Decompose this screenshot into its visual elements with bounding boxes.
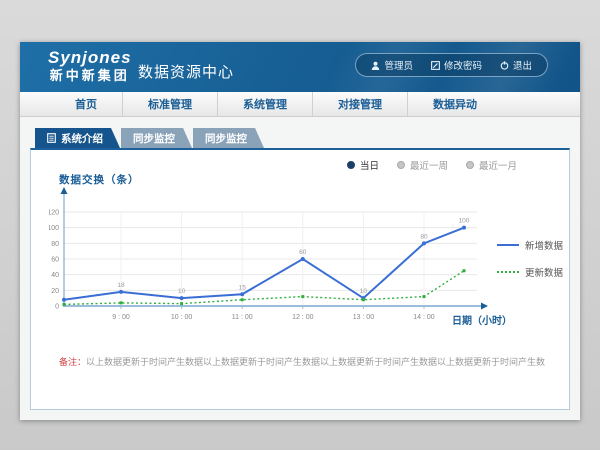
svg-text:120: 120 bbox=[49, 210, 59, 217]
tab-bar: 系统介绍 同步监控 同步监控 bbox=[35, 128, 265, 148]
svg-text:20: 20 bbox=[51, 288, 59, 295]
logo-brand-text: Synjones bbox=[48, 48, 132, 68]
time-range-radios: 当日 最近一周 最近一月 bbox=[347, 158, 517, 172]
chart-legend: 新增数据 更新数据 bbox=[497, 238, 563, 279]
change-password-label: 修改密码 bbox=[444, 58, 482, 72]
x-axis-title: 日期（小时） bbox=[452, 312, 512, 327]
footnote-prefix: 备注： bbox=[59, 357, 86, 367]
legend-label-new-data: 新增数据 bbox=[525, 238, 563, 252]
tab-system-intro[interactable]: 系统介绍 bbox=[35, 128, 120, 148]
svg-text:18: 18 bbox=[117, 282, 125, 289]
legend-swatch-new-data bbox=[497, 244, 519, 246]
svg-text:11 : 00: 11 : 00 bbox=[232, 314, 253, 321]
user-menu-admin[interactable]: 管理员 bbox=[362, 58, 422, 72]
line-chart: 0 20 40 60 80 100 120 9 : 00 10 : 00 11 : 00 12 : … bbox=[49, 184, 499, 334]
svg-text:9 : 00: 9 : 00 bbox=[112, 314, 130, 321]
user-menu: 管理员 修改密码 退出 bbox=[355, 53, 548, 77]
power-icon bbox=[500, 61, 509, 70]
tab-sync-monitor-2-label: 同步监控 bbox=[205, 131, 247, 146]
chart-panel: 当日 最近一周 最近一月 数据交换（条） 0204060801001209 : … bbox=[30, 148, 570, 410]
radio-today-dot bbox=[347, 161, 355, 169]
logo-company-name: 新中新集团 bbox=[48, 68, 132, 84]
document-icon bbox=[47, 133, 56, 143]
nav-item-data-change[interactable]: 数据异动 bbox=[408, 92, 502, 116]
nav-item-standard-mgmt[interactable]: 标准管理 bbox=[123, 92, 218, 116]
logout-label: 退出 bbox=[513, 58, 532, 72]
legend-swatch-updated-data bbox=[497, 271, 519, 273]
legend-item-new-data: 新增数据 bbox=[497, 238, 563, 252]
svg-text:10: 10 bbox=[360, 288, 368, 295]
app-header: Synjones 新中新集团 数据资源中心 管理员 修改密码 退出 bbox=[20, 42, 580, 92]
radio-today-label: 当日 bbox=[360, 158, 379, 172]
svg-text:10: 10 bbox=[178, 288, 186, 295]
footnote-text: 以上数据更新于时间产生数据以上数据更新于时间产生数据以上数据更新于时间产生数据以… bbox=[86, 357, 545, 367]
page-title: 数据资源中心 bbox=[138, 61, 234, 82]
svg-text:12 : 00: 12 : 00 bbox=[292, 314, 314, 321]
nav-item-interface-mgmt[interactable]: 对接管理 bbox=[313, 92, 408, 116]
radio-last-week[interactable]: 最近一周 bbox=[397, 158, 448, 172]
svg-text:15: 15 bbox=[239, 284, 247, 291]
nav-item-home[interactable]: 首页 bbox=[50, 92, 123, 116]
tab-sync-monitor-2[interactable]: 同步监控 bbox=[193, 128, 264, 148]
legend-label-updated-data: 更新数据 bbox=[525, 265, 563, 279]
footnote: 备注：以上数据更新于时间产生数据以上数据更新于时间产生数据以上数据更新于时间产生… bbox=[59, 355, 545, 368]
svg-text:10 : 00: 10 : 00 bbox=[171, 314, 193, 321]
logout-button[interactable]: 退出 bbox=[491, 58, 541, 72]
legend-item-updated-data: 更新数据 bbox=[497, 265, 563, 279]
tab-sync-monitor-1[interactable]: 同步监控 bbox=[121, 128, 192, 148]
radio-last-month-dot bbox=[466, 161, 474, 169]
content-area: 系统介绍 同步监控 同步监控 当日 最近一周 bbox=[20, 117, 580, 420]
company-logo: Synjones 新中新集团 bbox=[48, 48, 132, 84]
radio-today[interactable]: 当日 bbox=[347, 158, 379, 172]
tab-system-intro-label: 系统介绍 bbox=[61, 131, 103, 146]
user-icon bbox=[371, 61, 380, 70]
radio-last-week-label: 最近一周 bbox=[410, 158, 448, 172]
radio-last-month-label: 最近一月 bbox=[479, 158, 517, 172]
tab-sync-monitor-1-label: 同步监控 bbox=[133, 131, 175, 146]
svg-text:60: 60 bbox=[299, 249, 307, 256]
radio-last-week-dot bbox=[397, 161, 405, 169]
nav-item-system-mgmt[interactable]: 系统管理 bbox=[218, 92, 313, 116]
user-menu-admin-label: 管理员 bbox=[384, 58, 413, 72]
svg-text:14 : 00: 14 : 00 bbox=[413, 314, 435, 321]
svg-text:80: 80 bbox=[420, 233, 428, 240]
svg-text:0: 0 bbox=[55, 304, 59, 311]
change-password-button[interactable]: 修改密码 bbox=[422, 58, 491, 72]
radio-last-month[interactable]: 最近一月 bbox=[466, 158, 517, 172]
svg-text:100: 100 bbox=[49, 225, 59, 232]
svg-text:100: 100 bbox=[459, 218, 470, 225]
app-window: Synjones 新中新集团 数据资源中心 管理员 修改密码 退出 首页 标准管… bbox=[20, 42, 580, 420]
svg-text:13 : 00: 13 : 00 bbox=[353, 314, 375, 321]
svg-text:60: 60 bbox=[51, 257, 59, 264]
edit-icon bbox=[431, 61, 440, 70]
main-nav: 首页 标准管理 系统管理 对接管理 数据异动 bbox=[20, 92, 580, 117]
svg-text:80: 80 bbox=[51, 241, 59, 248]
svg-text:40: 40 bbox=[51, 272, 59, 279]
